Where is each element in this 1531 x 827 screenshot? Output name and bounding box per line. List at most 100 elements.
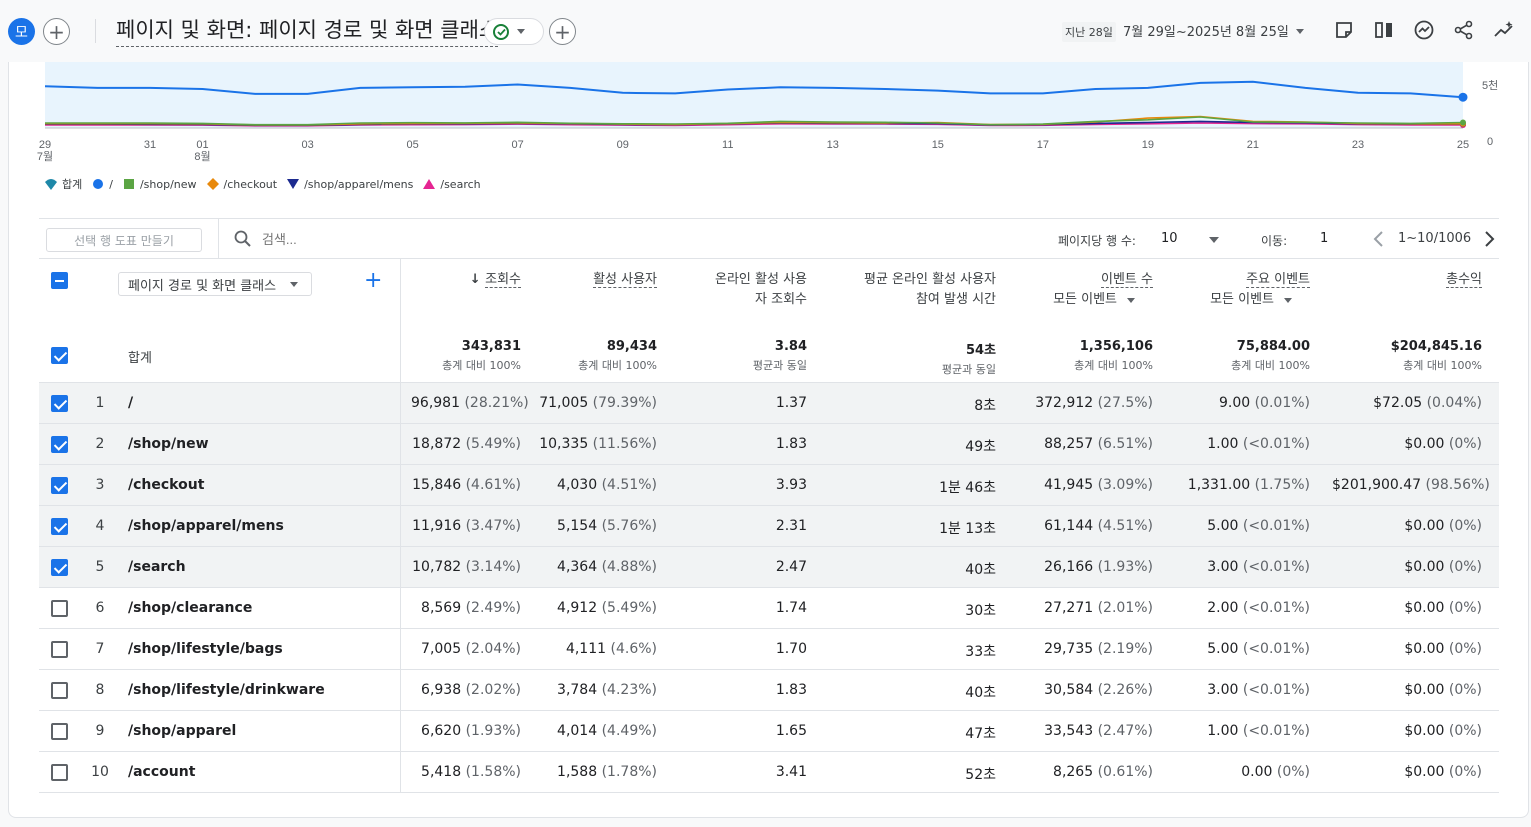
row-checkbox[interactable] (51, 395, 68, 412)
metric-value: 15,846 (412, 477, 462, 493)
user-avatar[interactable]: 모 (8, 18, 35, 45)
goto-page-input[interactable]: 1 (1320, 231, 1328, 246)
row-checkbox[interactable] (51, 641, 68, 658)
column-header[interactable]: ↓ 조회수 (411, 270, 521, 290)
metric-value: 40초 (965, 562, 996, 578)
row-checkbox[interactable] (51, 436, 68, 453)
header-divider (95, 19, 96, 43)
page-path[interactable]: /checkout (128, 477, 204, 493)
row-checkbox[interactable] (51, 559, 68, 576)
plot-selected-rows-button[interactable]: 선택 행 도표 만들기 (46, 228, 202, 252)
share-icon[interactable] (1452, 18, 1476, 42)
add-comparison-button[interactable]: + (43, 18, 70, 45)
table-row[interactable]: 4/shop/apparel/mens 11,916 (3.47%) 5,154 (… (39, 506, 1499, 547)
metric-cell: $72.05 (0.04%) (1332, 395, 1482, 411)
metric-cell: 26,166 (1.93%) (1013, 559, 1153, 575)
select-all-checkbox[interactable] (51, 272, 68, 289)
compare-icon[interactable] (1372, 18, 1396, 42)
metric-cell: 10,335 (11.56%) (537, 436, 657, 452)
metric-value: 3.00 (1207, 682, 1239, 698)
metric-percent: (3.09%) (1093, 477, 1153, 493)
table-row[interactable]: 1 / 96,981 (28.21%) 71,005 (79.39%) 1.37 8초 37… (39, 383, 1499, 424)
metric-cell: 41,945 (3.09%) (1013, 477, 1153, 493)
add-dimension-button[interactable]: + (364, 270, 382, 292)
add-filter-button[interactable]: + (549, 18, 576, 45)
page-path[interactable]: /shop/lifestyle/drinkware (128, 682, 325, 698)
page-path[interactable]: /shop/apparel (128, 723, 236, 739)
legend-item[interactable]: /checkout (206, 178, 277, 191)
column-header[interactable]: 활성 사용자 (537, 270, 657, 290)
metric-cell: 1.00 (<0.01%) (1170, 436, 1310, 452)
event-filter-dropdown[interactable]: 모든 이벤트 (1170, 290, 1310, 310)
table-row[interactable]: 3/checkout 15,846 (4.61%) 4,030 (4.51%) 3.9… (39, 465, 1499, 506)
table-row[interactable]: 7/shop/lifestyle/bags 7,005 (2.04%) 4,111 … (39, 629, 1499, 670)
metric-percent: (4.51%) (597, 477, 657, 493)
column-header[interactable]: 총수익 (1332, 270, 1482, 290)
table-row[interactable]: 5/search 10,782 (3.14%) 4,364 (4.88%) 2.47 4… (39, 547, 1499, 588)
date-range-dropdown-icon[interactable] (1296, 29, 1304, 34)
insights-icon[interactable] (1412, 18, 1436, 42)
row-checkbox[interactable] (51, 682, 68, 699)
table-row[interactable]: 8/shop/lifestyle/drinkware 6,938 (2.02%) 3… (39, 670, 1499, 711)
previous-page-icon[interactable] (1369, 229, 1389, 249)
column-header[interactable]: 주요 이벤트 모든 이벤트 (1170, 270, 1310, 310)
report-status-dropdown[interactable] (484, 18, 544, 45)
metric-cell: $0.00 (0%) (1332, 518, 1482, 534)
total-row-checkbox[interactable] (51, 347, 68, 364)
report-card: 29 7월 31 01 8월 03 05 07 09 11 13 15 17 19 21 23 25 5천 0 합… (8, 62, 1529, 818)
metric-value: 18,872 (412, 436, 462, 452)
row-checkbox[interactable] (51, 600, 68, 617)
row-checkbox[interactable] (51, 723, 68, 740)
metric-value: 41,945 (1044, 477, 1094, 493)
page-path[interactable]: /account (128, 764, 195, 780)
x-axis-ticks: 297월 31 018월 03 05 07 09 11 13 15 17 19 21 23 25 (37, 139, 1469, 163)
metric-value: 1.00 (1207, 723, 1239, 739)
column-header[interactable]: 이벤트 수 모든 이벤트 (1013, 270, 1153, 310)
legend-item[interactable]: /shop/new (123, 178, 197, 191)
page-path[interactable]: /shop/lifestyle/bags (128, 641, 283, 657)
row-checkbox[interactable] (51, 518, 68, 535)
sort-descending-icon: ↓ (469, 272, 486, 287)
legend-item[interactable]: 합계 (45, 176, 82, 192)
table-row[interactable]: 10/account 5,418 (1.58%) 1,588 (1.78%) 3.41… (39, 752, 1499, 793)
x-tick-label: 11 (722, 139, 733, 151)
page-path[interactable]: /shop/clearance (128, 600, 252, 616)
row-checkbox[interactable] (51, 477, 68, 494)
annotation-icon[interactable] (1332, 18, 1356, 42)
metric-value: 29,735 (1044, 641, 1094, 657)
table-row[interactable]: 6/shop/clearance 8,569 (2.49%) 4,912 (5.49… (39, 588, 1499, 629)
date-range-picker[interactable]: 7월 29일~2025년 8월 25일 (1123, 21, 1289, 40)
metric-cell: 4,364 (4.88%) (537, 559, 657, 575)
column-header[interactable]: 평균 온라인 활성 사용자 참여 발생 시간 (826, 270, 996, 310)
metric-percent: (0%) (1444, 559, 1482, 575)
x-tick-sublabel: 7월 (37, 150, 53, 163)
legend-item[interactable]: / (92, 178, 113, 191)
page-path[interactable]: /search (128, 559, 186, 575)
next-page-icon[interactable] (1479, 229, 1499, 249)
dimension-selector[interactable]: 페이지 경로 및 화면 클래스 (118, 272, 312, 296)
legend-item[interactable]: /search (423, 178, 481, 191)
dimension-column-divider (400, 383, 401, 423)
column-header[interactable]: 온라인 활성 사용 자 조회수 (667, 270, 807, 310)
column-header-title: ↓ 조회수 (469, 272, 521, 288)
legend-item[interactable]: /shop/apparel/mens (287, 178, 413, 191)
total-subtext: 총계 대비 100% (1231, 359, 1310, 372)
metric-value: $201,900.47 (1332, 477, 1422, 493)
table-body: 1/96,981 (28.21%) 71,005 (79.39%) 1.37 8초 37… (39, 383, 1499, 793)
page-path[interactable]: /shop/new (128, 436, 209, 452)
search-input[interactable] (262, 231, 462, 247)
table-row[interactable]: 2/shop/new 18,872 (5.49%) 10,335 (11.56%) 1… (39, 424, 1499, 465)
page-path[interactable]: /shop/apparel/mens (128, 518, 284, 534)
table-row[interactable]: 9/shop/apparel 6,620 (1.93%) 4,014 (4.49%)… (39, 711, 1499, 752)
metric-value: 71,005 (539, 395, 589, 411)
page-path[interactable]: / (128, 395, 133, 411)
trend-sparkle-icon[interactable] (1492, 18, 1516, 42)
rows-per-page-dropdown-icon[interactable] (1209, 237, 1219, 243)
event-filter-dropdown[interactable]: 모든 이벤트 (1013, 290, 1153, 310)
line-chart: 29 7월 31 01 8월 03 05 07 09 11 13 15 17 19 21 23 25 5천 0 합… (9, 62, 1530, 202)
row-checkbox[interactable] (51, 764, 68, 781)
rows-per-page-select[interactable]: 10 (1161, 231, 1178, 246)
metric-value: $0.00 (1404, 518, 1445, 534)
metric-value: 49초 (965, 439, 996, 455)
metric-cell: 30초 (826, 600, 996, 620)
